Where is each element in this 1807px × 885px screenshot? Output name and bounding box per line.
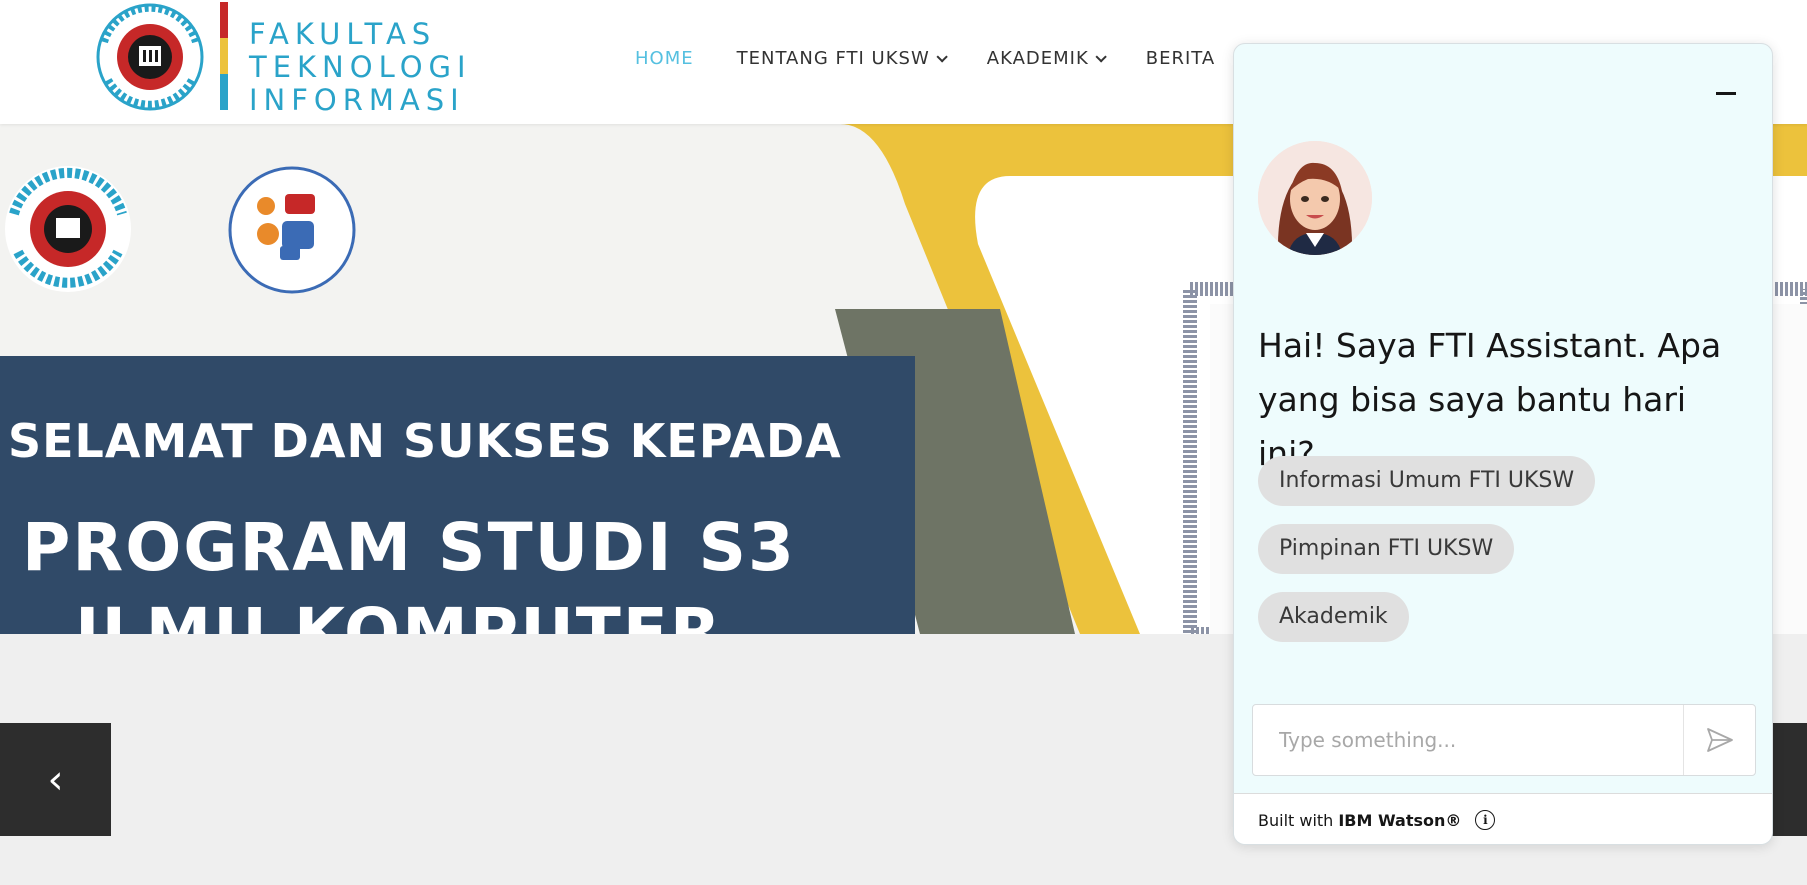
info-icon[interactable]: i xyxy=(1475,810,1496,830)
tagline-vertical-logo xyxy=(220,2,228,110)
brand-line-1: FAKULTAS xyxy=(249,17,437,51)
nav-tentang[interactable]: TENTANG FTI UKSW xyxy=(736,48,948,69)
banner-headline: SELAMAT DAN SUKSES KEPADA xyxy=(8,414,842,468)
brand-line-3: INFORMASI xyxy=(249,83,465,117)
footer-brand: IBM Watson® xyxy=(1338,810,1462,830)
banner-title: PROGRAM STUDI S3 xyxy=(22,509,796,586)
slider-prev-button[interactable]: ‹ xyxy=(0,723,111,836)
nav-akademik[interactable]: AKADEMIK xyxy=(986,48,1107,69)
option-informasi-umum[interactable]: Informasi Umum FTI UKSW xyxy=(1258,456,1596,506)
chevron-down-icon xyxy=(1095,50,1107,63)
footer-prefix: Built with xyxy=(1258,810,1334,830)
chat-input[interactable] xyxy=(1253,705,1683,775)
option-akademik[interactable]: Akademik xyxy=(1258,592,1409,642)
chevron-left-icon: ‹ xyxy=(47,756,64,803)
minimize-icon[interactable] xyxy=(1716,92,1736,95)
nav-berita-label: BERITA xyxy=(1145,48,1216,69)
chevron-down-icon xyxy=(936,50,948,63)
nav-home-label: HOME xyxy=(635,48,694,69)
chat-footer: Built with IBM Watson® i xyxy=(1234,793,1772,844)
banner-subtitle: ILMU KOMPUTER xyxy=(75,594,723,634)
main-nav: HOME TENTANG FTI UKSW AKADEMIK BERITA K xyxy=(635,48,1314,69)
nav-home[interactable]: HOME xyxy=(635,48,694,69)
chat-widget: Hai! Saya FTI Assistant. Apa yang bisa s… xyxy=(1233,43,1773,845)
option-pimpinan[interactable]: Pimpinan FTI UKSW xyxy=(1258,524,1515,574)
brand-line-2: TEKNOLOGI xyxy=(249,50,472,84)
send-icon xyxy=(1706,728,1733,752)
k21-logo xyxy=(228,166,356,294)
uksw-seal-logo[interactable] xyxy=(94,2,206,112)
uksw-seal-banner xyxy=(5,166,131,292)
assistant-avatar xyxy=(1258,141,1372,255)
nav-berita[interactable]: BERITA xyxy=(1146,48,1215,69)
faculty-name[interactable]: FAKULTAS TEKNOLOGI INFORMASI xyxy=(249,18,472,117)
send-button[interactable] xyxy=(1683,705,1755,775)
nav-tentang-label: TENTANG FTI UKSW xyxy=(736,48,930,69)
slider-next-button[interactable] xyxy=(1770,723,1807,836)
nav-akademik-label: AKADEMIK xyxy=(986,48,1089,69)
chat-input-box xyxy=(1252,704,1756,776)
